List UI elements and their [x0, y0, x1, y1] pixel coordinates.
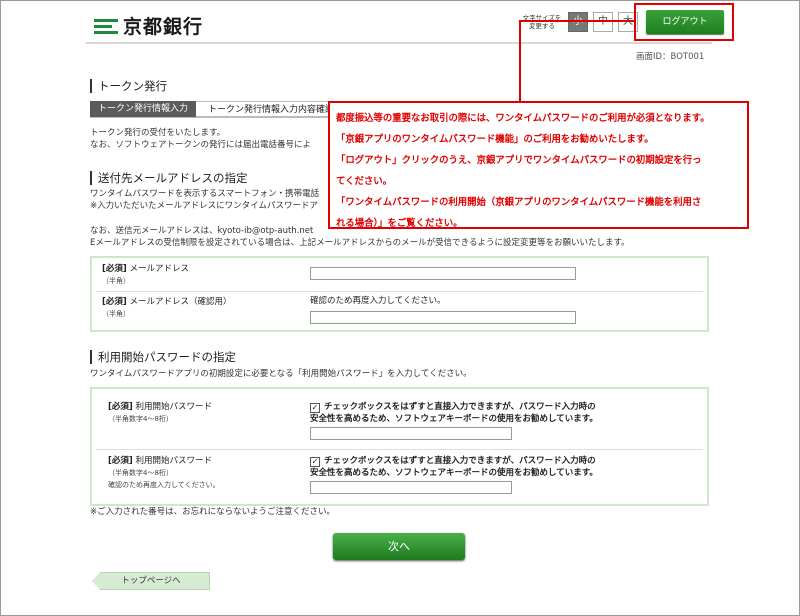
- intro-text-1: トークン発行の受付をいたします。: [90, 128, 226, 138]
- logo-mark-icon: [94, 17, 118, 35]
- callout-line: 「京銀アプリのワンタイムパスワード機能」のご利用をお勧めいたします。: [336, 134, 654, 145]
- password-input[interactable]: [310, 427, 512, 440]
- font-size-medium-button[interactable]: 中: [593, 12, 613, 32]
- screen-id: 画面ID：BOT001: [636, 52, 705, 62]
- step-indicator: トークン発行情報入力 トークン発行情報入力内容確認: [90, 101, 343, 117]
- callout-line: れる場合）」をご覧ください。: [336, 218, 463, 229]
- step-current: トークン発行情報入力: [90, 101, 197, 117]
- password-confirm-input[interactable]: [310, 481, 512, 494]
- password-label: [必須] 利用開始パスワード （半角数字4～8桁）: [108, 402, 212, 423]
- logo-text: 京都銀行: [123, 16, 204, 38]
- next-button[interactable]: 次へ: [333, 533, 465, 560]
- callout-line: 「ログアウト」クリックのうえ、京銀アプリでワンタイムパスワードの初期設定を行っ: [336, 155, 702, 166]
- email-label: [必須] メールアドレス （半角）: [102, 264, 189, 285]
- callout-line: てください。: [336, 176, 392, 187]
- font-size-small-button[interactable]: 小: [568, 12, 588, 32]
- password-confirm-keyboard-option[interactable]: ✓ チェックボックスをはずすと直接入力できますが、パスワード入力時の 安全性を高め…: [310, 455, 598, 479]
- intro-text-2: なお、ソフトウェアトークンの発行には届出電話番号によ: [90, 140, 312, 150]
- row-divider: [96, 291, 703, 292]
- page-title: トークン発行: [90, 79, 167, 93]
- password-desc: ワンタイムパスワードアプリの初期設定に必要となる「利用開始パスワード」を入力して…: [90, 369, 472, 379]
- password-confirm-label: [必須] 利用開始パスワード （半角数字4～8桁） 確認のため再度入力してくださ…: [108, 456, 220, 489]
- email-confirm-hint: 確認のため再度入力してください。: [310, 296, 446, 306]
- email-confirm-input[interactable]: [310, 311, 576, 324]
- email-desc-1: ワンタイムパスワードを表示するスマートフォン・携帯電話: [90, 189, 320, 199]
- row-divider: [96, 449, 703, 450]
- header-divider: [86, 42, 712, 44]
- checkbox-checked-icon[interactable]: ✓: [310, 403, 320, 413]
- logout-highlight-box: [634, 3, 734, 41]
- callout-line: 「ワンタイムパスワードの利用開始（京銀アプリのワンタイムパスワード機能を利用さ: [336, 197, 702, 208]
- callout-connector-horizontal: [519, 20, 634, 22]
- font-size-label: 文字サイズを変更する: [522, 14, 562, 30]
- email-desc-2: ※入力いただいたメールアドレスにワンタイムパスワードア: [90, 201, 318, 211]
- email-note-2: Eメールアドレスの受信制限を設定されている場合は、上記メールアドレスからのメール…: [90, 238, 630, 248]
- password-section-title: 利用開始パスワードの指定: [90, 350, 236, 364]
- checkbox-checked-icon[interactable]: ✓: [310, 457, 320, 467]
- callout-line: 都度振込等の重要なお取引の際には、ワンタイムパスワードのご利用が必須となります。: [336, 113, 710, 124]
- password-form-box: [必須] 利用開始パスワード （半角数字4～8桁） ✓ チェックボックスをはずすと…: [90, 387, 709, 506]
- top-page-button[interactable]: トップページへ: [92, 572, 210, 590]
- annotation-callout: 都度振込等の重要なお取引の際には、ワンタイムパスワードのご利用が必須となります。…: [328, 101, 749, 229]
- email-confirm-label: [必須] メールアドレス（確認用） （半角）: [102, 297, 232, 318]
- password-note: ※ご入力された番号は、お忘れにならないようご注意ください。: [90, 507, 335, 517]
- email-input[interactable]: [310, 267, 576, 280]
- email-form-box: [必須] メールアドレス （半角） [必須] メールアドレス（確認用） （半角）…: [90, 256, 709, 332]
- bank-logo[interactable]: 京都銀行: [94, 12, 203, 39]
- email-section-title: 送付先メールアドレスの指定: [90, 171, 248, 185]
- callout-connector-vertical: [519, 20, 521, 101]
- step-next: トークン発行情報入力内容確認: [196, 101, 343, 117]
- email-note-1: なお、送信元メールアドレスは、kyoto-ib@otp-auth.net: [90, 226, 314, 236]
- password-keyboard-option[interactable]: ✓ チェックボックスをはずすと直接入力できますが、パスワード入力時の 安全性を高め…: [310, 401, 598, 425]
